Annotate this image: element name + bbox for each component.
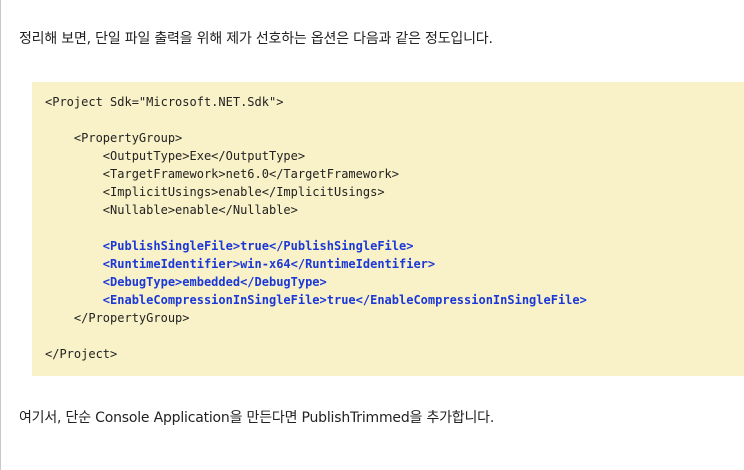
code-line: <Nullable>enable</Nullable> bbox=[45, 203, 298, 217]
intro-paragraph: 정리해 보면, 단일 파일 출력을 위해 제가 선호하는 옵션은 다음과 같은 … bbox=[19, 31, 493, 47]
code-line: <ImplicitUsings>enable</ImplicitUsings> bbox=[45, 185, 385, 199]
code-line: <Project Sdk="Microsoft.NET.Sdk"> bbox=[45, 95, 284, 109]
code-line: <DebugType>embedded</DebugType> bbox=[45, 275, 327, 289]
code-line: <OutputType>Exe</OutputType> bbox=[45, 149, 306, 163]
code-line: <RuntimeIdentifier>win-x64</RuntimeIdent… bbox=[45, 257, 436, 271]
left-border bbox=[0, 0, 1, 470]
outro-paragraph: 여기서, 단순 Console Application을 만든다면 Publis… bbox=[19, 410, 495, 426]
code-line: <EnableCompressionInSingleFile>true</Ena… bbox=[45, 293, 587, 307]
code-line: <PropertyGroup> bbox=[45, 131, 183, 145]
code-line: </Project> bbox=[45, 347, 118, 361]
code-line: </PropertyGroup> bbox=[45, 311, 190, 325]
code-block: <Project Sdk="Microsoft.NET.Sdk"> <Prope… bbox=[32, 82, 744, 376]
code-line: <PublishSingleFile>true</PublishSingleFi… bbox=[45, 239, 414, 253]
code-line: <TargetFramework>net6.0</TargetFramework… bbox=[45, 167, 400, 181]
